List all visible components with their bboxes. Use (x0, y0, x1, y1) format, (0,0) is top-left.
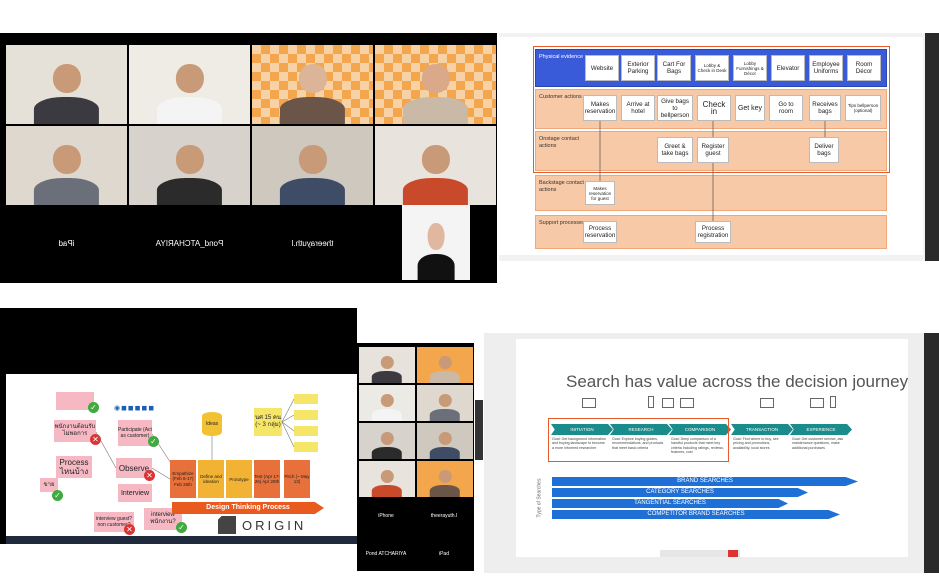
video-tile[interactable] (417, 423, 473, 459)
participant-video (400, 59, 470, 124)
phone-icon (830, 396, 836, 408)
participant-name: Pond_ATCHARIYA (155, 239, 224, 248)
video-tile[interactable] (417, 385, 473, 421)
participant-name: Pond ATCHARIYA (365, 551, 407, 557)
design-thinking-slide: ✓ พนักงานต้อนรับไม่พอการ ✕ Process ไหนบ้… (6, 374, 357, 536)
video-tile[interactable] (417, 347, 473, 383)
origin-logo (218, 516, 236, 534)
participant-video (154, 59, 224, 124)
participant-video (400, 140, 470, 205)
stage-box: Test (Apr 17-26) Apr 29th (254, 460, 280, 498)
video-tile[interactable] (6, 45, 127, 124)
tablet-icon (662, 398, 674, 408)
video-tile[interactable] (402, 205, 470, 280)
design-thinking-window: ✓ พนักงานต้อนรับไม่พอการ ✕ Process ไหนบ้… (0, 308, 357, 544)
participant-name: iPhone (378, 513, 394, 519)
phase-arrow: EXPERIENCE (790, 424, 852, 435)
blueprint-connectors (599, 121, 826, 221)
name-tile[interactable]: Pond_ATCHARIYA (129, 207, 250, 278)
name-tile[interactable]: iPad (6, 207, 127, 278)
video-tile[interactable] (252, 45, 373, 124)
monitor-icon (582, 398, 596, 408)
search-bar: BRAND SEARCHES (552, 477, 858, 486)
video-tile[interactable] (6, 126, 127, 205)
video-tile[interactable] (375, 45, 496, 124)
participant-video (277, 59, 347, 124)
blueprint-window: Physical evidence Customer actions Onsta… (499, 33, 939, 261)
side-panel (925, 33, 939, 261)
stage-box: Pitch (~ May 13) (284, 460, 310, 498)
participant-video (154, 140, 224, 205)
participant-video (416, 219, 457, 280)
zoom-gallery-top: iPad Pond_ATCHARIYA theerayuth.l (0, 33, 497, 283)
stage-box: Prototype (226, 460, 252, 498)
laptop-icon (760, 398, 774, 408)
share-toolbar[interactable] (475, 400, 483, 460)
laptop-icon (680, 398, 694, 408)
origin-wordmark: ORIGIN (242, 518, 307, 533)
participant-name: iPad (438, 551, 449, 557)
right-strip (924, 333, 939, 573)
participant-video (31, 59, 101, 124)
stage-box: Empathize (Feb 6-17) Feb 26th (170, 460, 196, 498)
search-bar: TANGENTIAL SEARCHES (552, 499, 788, 508)
axis-label: Type of Searches (536, 478, 543, 518)
goal-text: Goal: Find where to buy, see pricing and… (733, 437, 779, 450)
participant-name: theerayuth.l (430, 513, 458, 519)
video-tile[interactable] (359, 385, 415, 421)
record-button[interactable] (728, 550, 738, 557)
participant-video (31, 140, 101, 205)
goal-text: Goal: Get background information and buy… (552, 437, 606, 450)
process-arrow: Design Thinking Process (172, 502, 324, 514)
goal-text: Goal: Deep comparison of a handful produ… (671, 437, 724, 455)
laptop-icon (810, 398, 824, 408)
video-tile[interactable] (252, 126, 373, 205)
participant-name: theerayuth.l (291, 239, 334, 248)
video-tile[interactable] (129, 126, 250, 205)
video-tile[interactable] (359, 347, 415, 383)
video-tile[interactable] (359, 461, 415, 497)
zoom-gallery-bottom: iPhone theerayuth.l Pond ATCHARIYA iPad (357, 343, 474, 571)
taskbar[interactable] (6, 536, 357, 544)
participant-name: iPad (58, 239, 75, 248)
goal-text: Goal: Explore buying guides, recommendat… (612, 437, 664, 450)
stage-box: Define and ideation (198, 460, 224, 498)
goal-text: Goal: Get customer service, ask maintena… (792, 437, 844, 450)
search-bar: COMPETITOR BRAND SEARCHES (552, 510, 840, 519)
blueprint-slide: Physical evidence Customer actions Onsta… (499, 37, 923, 255)
name-tile[interactable]: theerayuth.l (252, 207, 373, 278)
phone-icon (648, 396, 654, 408)
phase-arrow: TRANSACTION (731, 424, 793, 435)
video-tile[interactable] (359, 423, 415, 459)
participant-video (277, 140, 347, 205)
video-tile[interactable] (417, 461, 473, 497)
video-tile[interactable] (375, 126, 496, 205)
slide-title: Search has value across the decision jou… (566, 372, 909, 391)
search-bar: CATEGORY SEARCHES (552, 488, 808, 497)
video-tile[interactable] (129, 45, 250, 124)
